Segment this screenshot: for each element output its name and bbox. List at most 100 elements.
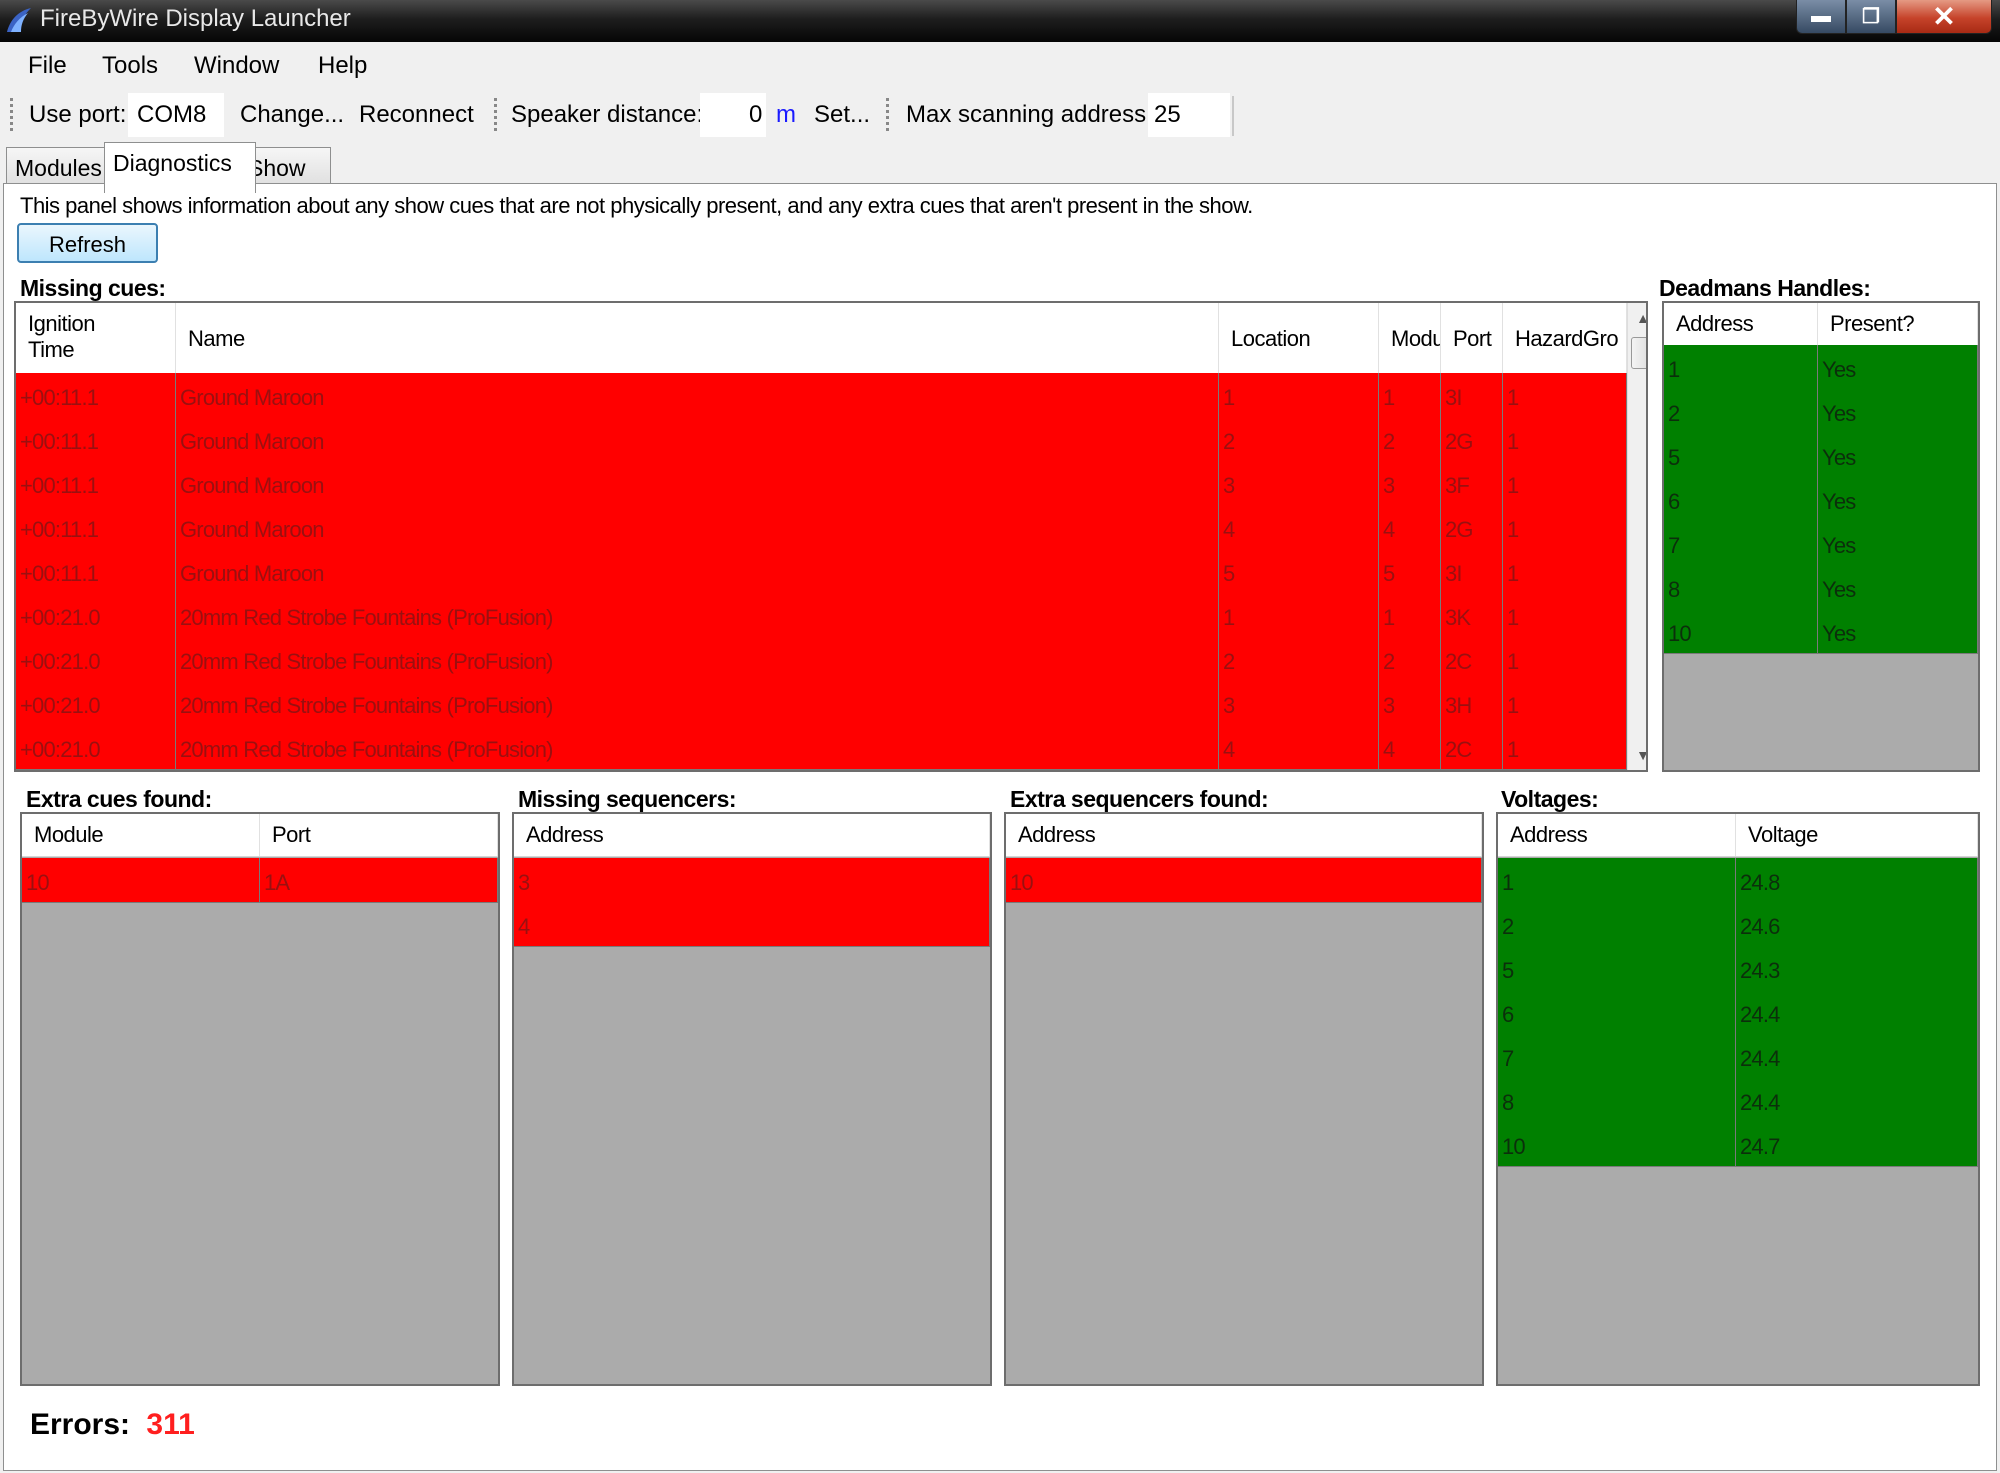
cell-module: 5 xyxy=(1379,549,1441,593)
vertical-scrollbar[interactable]: ▲ ▼ xyxy=(1627,303,1646,770)
cell-name: 20mm Red Strobe Fountains (ProFusion) xyxy=(176,681,1219,725)
table-row[interactable]: +00:11.1 Ground Maroon 4 4 2G 1 xyxy=(16,505,1627,550)
cell-voltage: 24.4 xyxy=(1736,1078,1978,1122)
cell-name: Ground Maroon xyxy=(176,373,1219,417)
table-row[interactable]: 5 Yes xyxy=(1664,433,1978,478)
column-header-address[interactable]: Address xyxy=(1498,814,1736,856)
table-row[interactable]: 4 xyxy=(514,902,990,947)
cell-name: 20mm Red Strobe Fountains (ProFusion) xyxy=(176,637,1219,681)
cell-module: 10 xyxy=(22,858,260,902)
grid-header: Address xyxy=(514,814,990,857)
tab-diagnostics[interactable]: Diagnostics xyxy=(104,142,256,193)
panel-description: This panel shows information about any s… xyxy=(20,193,1253,218)
grid-header: Ignition Time Name Location Modu Port Ha… xyxy=(16,303,1627,374)
cell-hazard-group: 1 xyxy=(1503,593,1627,637)
scroll-up-arrow-icon[interactable]: ▲ xyxy=(1628,303,1646,333)
column-header-address[interactable]: Address xyxy=(1006,814,1482,856)
column-header-port[interactable]: Port xyxy=(1441,303,1503,373)
cell-ignition-time: +00:21.0 xyxy=(16,637,176,681)
table-row[interactable]: +00:11.1 Ground Maroon 3 3 3F 1 xyxy=(16,461,1627,506)
cell-location: 4 xyxy=(1219,725,1379,769)
window-title: FireByWire Display Launcher xyxy=(40,5,351,32)
cell-present: Yes xyxy=(1818,609,1978,653)
cell-address: 5 xyxy=(1498,946,1736,990)
extra-sequencers-grid[interactable]: Address 10 xyxy=(1004,812,1484,1386)
missing-cues-grid[interactable]: Ignition Time Name Location Modu Port Ha… xyxy=(14,301,1648,772)
deadmans-handles-grid[interactable]: Address Present? 1 Yes 2 Yes 5 Yes 6 Yes… xyxy=(1662,301,1980,772)
table-row[interactable]: 5 24.3 xyxy=(1498,946,1978,991)
toolbar-separator xyxy=(886,98,889,134)
toolbar-grip[interactable] xyxy=(10,98,13,134)
grid-header: Module Port xyxy=(22,814,498,857)
cell-port: 3F xyxy=(1441,461,1503,505)
cell-present: Yes xyxy=(1818,389,1978,433)
cell-address: 7 xyxy=(1498,1034,1736,1078)
scroll-thumb[interactable] xyxy=(1631,337,1646,369)
table-row[interactable]: 3 xyxy=(514,858,990,903)
table-row[interactable]: 10 xyxy=(1006,858,1482,903)
maximize-button[interactable]: ❐ xyxy=(1846,0,1896,34)
table-row[interactable]: 2 Yes xyxy=(1664,389,1978,434)
table-row[interactable]: +00:21.0 20mm Red Strobe Fountains (ProF… xyxy=(16,593,1627,638)
menu-window[interactable]: Window xyxy=(194,52,279,80)
column-header-module[interactable]: Module xyxy=(22,814,260,856)
cell-port: 2C xyxy=(1441,725,1503,769)
table-row[interactable]: 1 24.8 xyxy=(1498,858,1978,903)
table-row[interactable]: 10 1A xyxy=(22,858,498,903)
cell-location: 2 xyxy=(1219,637,1379,681)
table-row[interactable]: 6 24.4 xyxy=(1498,990,1978,1035)
menu-help[interactable]: Help xyxy=(318,52,367,80)
table-row[interactable]: 2 24.6 xyxy=(1498,902,1978,947)
table-row[interactable]: +00:11.1 Ground Maroon 2 2 2G 1 xyxy=(16,417,1627,462)
table-row[interactable]: +00:11.1 Ground Maroon 5 5 3I 1 xyxy=(16,549,1627,594)
close-button[interactable]: ✕ xyxy=(1896,0,1992,34)
extra-cues-grid[interactable]: Module Port 10 1A xyxy=(20,812,500,1386)
menu-file[interactable]: File xyxy=(28,52,67,80)
table-row[interactable]: 10 24.7 xyxy=(1498,1122,1978,1167)
cell-port: 2G xyxy=(1441,417,1503,461)
column-header-address[interactable]: Address xyxy=(514,814,990,856)
column-header-address[interactable]: Address xyxy=(1664,303,1818,345)
cell-ignition-time: +00:11.1 xyxy=(16,549,176,593)
table-row[interactable]: 7 Yes xyxy=(1664,521,1978,566)
column-header-port[interactable]: Port xyxy=(260,814,498,856)
menu-tools[interactable]: Tools xyxy=(102,52,158,80)
cell-address: 7 xyxy=(1664,521,1818,565)
cell-present: Yes xyxy=(1818,521,1978,565)
change-port-button[interactable]: Change... xyxy=(240,101,344,129)
table-row[interactable]: 1 Yes xyxy=(1664,345,1978,390)
table-row[interactable]: +00:21.0 20mm Red Strobe Fountains (ProF… xyxy=(16,681,1627,726)
missing-sequencers-grid[interactable]: Address 3 4 xyxy=(512,812,992,1386)
refresh-button[interactable]: Refresh xyxy=(17,223,158,263)
column-header-location[interactable]: Location xyxy=(1219,303,1379,373)
errors-label: Errors: xyxy=(30,1408,131,1441)
table-row[interactable]: +00:21.0 20mm Red Strobe Fountains (ProF… xyxy=(16,637,1627,682)
cell-hazard-group: 1 xyxy=(1503,505,1627,549)
table-row[interactable]: 10 Yes xyxy=(1664,609,1978,654)
table-row[interactable]: 7 24.4 xyxy=(1498,1034,1978,1079)
table-row[interactable]: +00:11.1 Ground Maroon 1 1 3I 1 xyxy=(16,373,1627,418)
column-header-voltage[interactable]: Voltage xyxy=(1736,814,1978,856)
app-icon xyxy=(7,8,31,32)
cell-name: Ground Maroon xyxy=(176,549,1219,593)
column-header-name[interactable]: Name xyxy=(176,303,1219,373)
column-header-module[interactable]: Modu xyxy=(1379,303,1441,373)
reconnect-button[interactable]: Reconnect xyxy=(359,101,474,129)
cell-present: Yes xyxy=(1818,565,1978,609)
port-value: COM8 xyxy=(137,101,207,128)
voltages-grid[interactable]: Address Voltage 1 24.8 2 24.6 5 24.3 6 2… xyxy=(1496,812,1980,1386)
table-row[interactable]: 8 Yes xyxy=(1664,565,1978,610)
column-header-present[interactable]: Present? xyxy=(1818,303,1978,345)
scroll-down-arrow-icon[interactable]: ▼ xyxy=(1628,740,1646,770)
table-row[interactable]: +00:21.0 20mm Red Strobe Fountains (ProF… xyxy=(16,725,1627,770)
title-bar: FireByWire Display Launcher ▬ ❐ ✕ xyxy=(0,0,2000,42)
minimize-button[interactable]: ▬ xyxy=(1796,0,1846,34)
column-header-hazard-group[interactable]: HazardGro xyxy=(1503,303,1627,373)
set-distance-button[interactable]: Set... xyxy=(814,101,870,129)
table-row[interactable]: 6 Yes xyxy=(1664,477,1978,522)
cell-module: 4 xyxy=(1379,505,1441,549)
table-row[interactable]: 8 24.4 xyxy=(1498,1078,1978,1123)
missing-cues-caption: Missing cues: xyxy=(20,275,166,301)
column-header-ignition-time[interactable]: Ignition Time xyxy=(16,303,176,373)
cell-address: 2 xyxy=(1498,902,1736,946)
